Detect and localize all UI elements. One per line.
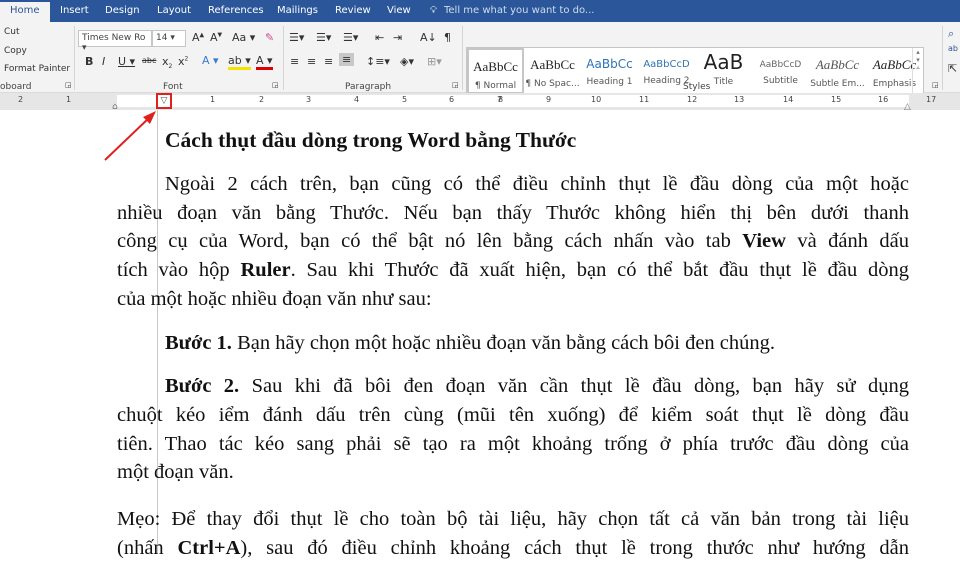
document-body: Cách thụt đầu dòng trong Word bằng Thước… — [117, 126, 909, 562]
paragraph-1: Ngoài 2 cách trên, bạn cũng có thể điều … — [117, 173, 910, 310]
step-2: Bước 2. Sau khi đã bôi đen đoạn văn cần … — [117, 375, 909, 484]
step-1: Bước 1. Bạn hãy chọn một hoặc nhiều đoạn… — [165, 332, 776, 355]
doc-heading: Cách thụt đầu dòng trong Word bằng Thước — [165, 128, 577, 152]
tip-paragraph: Mẹo: Để thay đổi thụt lề cho toàn bộ tài… — [117, 507, 909, 559]
